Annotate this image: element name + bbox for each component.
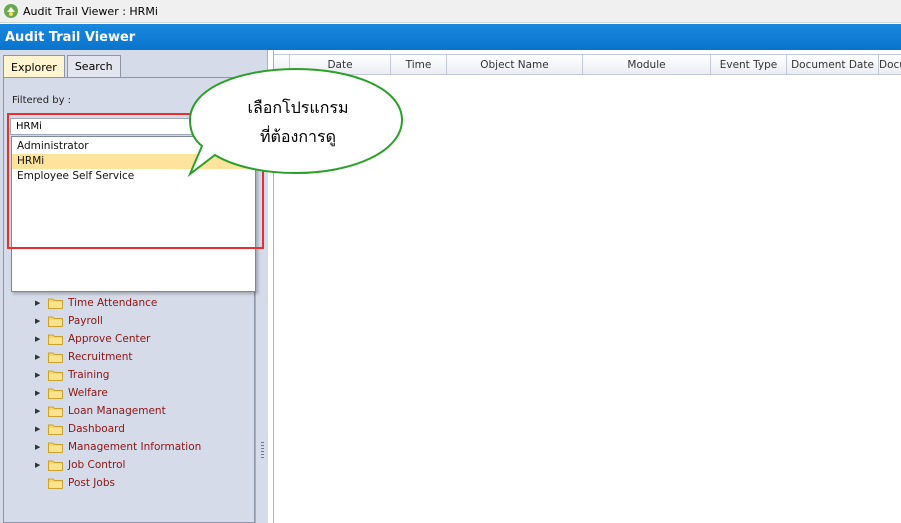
- tree-item-label: Management Information: [68, 441, 202, 453]
- expand-arrow-icon[interactable]: ▶: [35, 461, 43, 469]
- option-hrmi[interactable]: HRMi: [12, 154, 255, 169]
- tree-item-label: Approve Center: [68, 333, 151, 345]
- column-header[interactable]: Time: [391, 55, 447, 75]
- folder-icon: [48, 424, 63, 435]
- expand-arrow-icon[interactable]: ▶: [35, 389, 43, 397]
- tree-item[interactable]: Post Jobs: [35, 475, 115, 491]
- tree-item-label: Payroll: [68, 315, 103, 327]
- tree-item-label: Job Control: [68, 459, 126, 471]
- column-header[interactable]: Date: [290, 55, 391, 75]
- tree-item[interactable]: ▶ Payroll: [35, 313, 103, 329]
- expand-arrow-icon[interactable]: ▶: [35, 299, 43, 307]
- page-title: Audit Trail Viewer: [5, 29, 136, 45]
- grid-header: Date Time Object Name Module Event Type Docum…: [274, 54, 901, 75]
- expand-arrow-icon[interactable]: ▶: [35, 371, 43, 379]
- tree-item[interactable]: ▶ Time Attendance: [35, 295, 157, 311]
- column-header[interactable]: [274, 55, 290, 75]
- column-header[interactable]: Event Type: [711, 55, 787, 75]
- tree-item[interactable]: ▶ Welfare: [35, 385, 108, 401]
- tree-item[interactable]: ▶ Dashboard: [35, 421, 125, 437]
- expand-arrow-icon[interactable]: ▶: [35, 335, 43, 343]
- tree-item-label: Dashboard: [68, 423, 125, 435]
- tree-item-label: Loan Management: [68, 405, 166, 417]
- expand-arrow-icon[interactable]: ▶: [35, 443, 43, 451]
- tab-search[interactable]: Search: [66, 55, 121, 77]
- column-header[interactable]: Module: [583, 55, 711, 75]
- folder-icon: [48, 442, 63, 453]
- tree-item[interactable]: ▶ Approve Center: [35, 331, 150, 347]
- folder-icon: [48, 460, 63, 471]
- page-header: Audit Trail Viewer: [0, 24, 901, 50]
- column-header[interactable]: Docu: [879, 55, 901, 75]
- callout-line-2: ที่ต้องการดู: [259, 127, 336, 146]
- callout-text: เลือกโปรแกรม ที่ต้องการดู: [219, 93, 377, 151]
- folder-icon: [48, 388, 63, 399]
- folder-icon: [48, 334, 63, 345]
- tab-explorer[interactable]: Explorer: [3, 55, 65, 78]
- app-icon: [4, 4, 18, 18]
- program-filter-dropdown: Administrator HRMi Employee Self Service: [11, 136, 256, 292]
- expand-arrow-icon[interactable]: ▶: [35, 317, 43, 325]
- window-title: Audit Trail Viewer : HRMi: [23, 4, 158, 18]
- filter-label: Filtered by :: [12, 95, 72, 106]
- tree-item[interactable]: ▶ Training: [35, 367, 109, 383]
- tree-item-label: Recruitment: [68, 351, 133, 363]
- tree-item-label: Post Jobs: [68, 477, 115, 489]
- tree-item-label: Welfare: [68, 387, 108, 399]
- option-employee-self-service[interactable]: Employee Self Service: [12, 169, 255, 184]
- column-header[interactable]: Object Name: [447, 55, 583, 75]
- tree-item[interactable]: ▶ Recruitment: [35, 349, 133, 365]
- tree-item-label: Time Attendance: [68, 297, 158, 309]
- folder-icon: [48, 298, 63, 309]
- expand-arrow-icon[interactable]: ▶: [35, 407, 43, 415]
- folder-icon: [48, 370, 63, 381]
- callout-line-1: เลือกโปรแกรม: [247, 98, 349, 117]
- folder-icon: [48, 352, 63, 363]
- tree-item[interactable]: ▶ Job Control: [35, 457, 125, 473]
- folder-icon: [48, 478, 63, 489]
- tree-item[interactable]: ▶ Loan Management: [35, 403, 166, 419]
- window-titlebar: Audit Trail Viewer : HRMi: [0, 0, 901, 23]
- tree-item-label: Training: [68, 369, 110, 381]
- tree-item[interactable]: ▶ Management Information: [35, 439, 201, 455]
- expand-arrow-icon[interactable]: ▶: [35, 425, 43, 433]
- panel-tabs: Explorer Search: [3, 55, 123, 78]
- column-header[interactable]: Document Date: [787, 55, 879, 75]
- folder-icon: [48, 406, 63, 417]
- folder-icon: [48, 316, 63, 327]
- expand-arrow-icon[interactable]: ▶: [35, 353, 43, 361]
- splitter-grip-icon[interactable]: [261, 442, 264, 460]
